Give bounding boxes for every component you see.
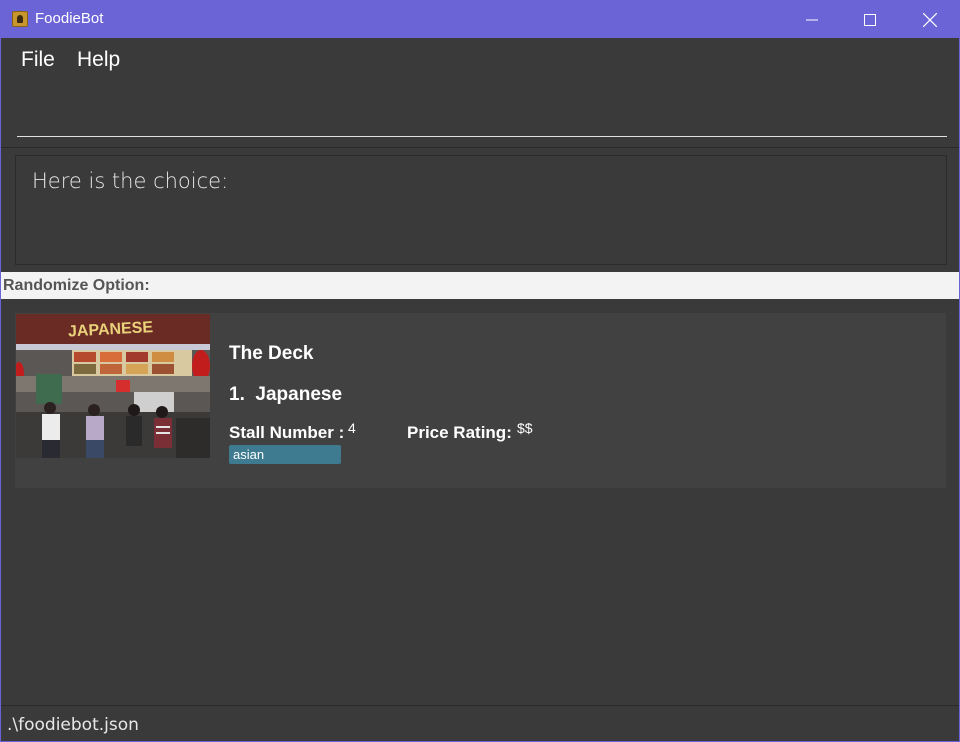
title-bar[interactable]: FoodieBot [1, 1, 959, 38]
app-logo-icon [12, 11, 28, 27]
result-display: Here is the choice: [15, 155, 947, 265]
tag-badge: asian [229, 445, 341, 464]
stall-number-label: Stall Number : [229, 423, 345, 442]
price-rating-label: Price Rating: [407, 423, 512, 442]
close-icon [923, 12, 937, 27]
minimize-icon [806, 19, 818, 20]
command-input[interactable] [17, 97, 947, 137]
food-card[interactable]: JAPANESE The Deck 1. Japanese Stall Numb… [15, 313, 946, 488]
food-stall-photo: JAPANESE [16, 314, 210, 458]
randomize-list-panel[interactable]: JAPANESE The Deck 1. Japanese Stall Numb… [1, 299, 959, 704]
maximize-icon [864, 13, 876, 26]
status-bar: .\foodiebot.json [1, 705, 959, 741]
close-button[interactable] [901, 1, 959, 38]
app-window: FoodieBot File Help Here is the choice: … [0, 0, 960, 742]
stall-number-value: 4 [348, 420, 356, 436]
minimize-button[interactable] [783, 1, 841, 38]
randomize-header-label: Randomize Option: [3, 277, 150, 294]
data-file-path: .\foodiebot.json [7, 715, 139, 735]
result-message: Here is the choice: [32, 169, 229, 193]
menu-help[interactable]: Help [77, 48, 120, 72]
menu-file[interactable]: File [21, 48, 55, 72]
command-box [1, 83, 959, 148]
cuisine-name: 1. Japanese [229, 384, 343, 405]
price-rating-value: $$ [517, 420, 533, 436]
stall-name: The Deck [229, 343, 314, 364]
menu-bar: File Help [1, 38, 959, 84]
randomize-header: Randomize Option: [1, 272, 959, 299]
window-title: FoodieBot [35, 10, 104, 27]
maximize-button[interactable] [841, 1, 899, 38]
